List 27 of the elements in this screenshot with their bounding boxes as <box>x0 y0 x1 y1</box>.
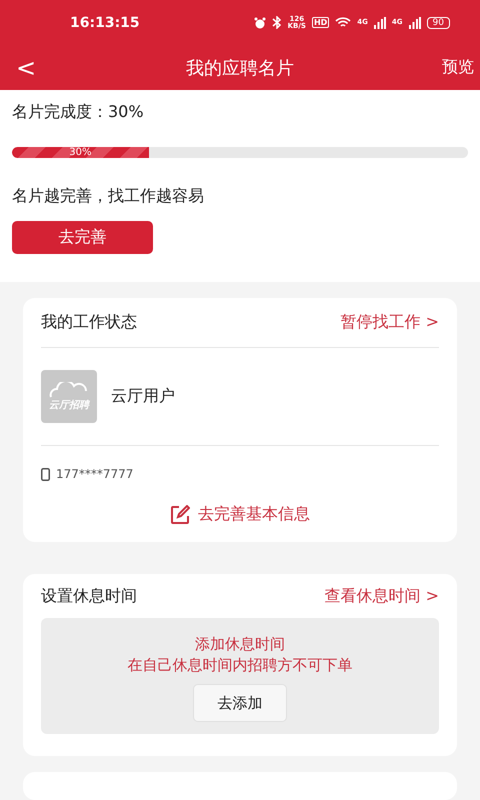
battery-level: 90 <box>426 16 450 28</box>
pause-job-link[interactable]: 暂停找工作 > <box>340 312 439 333</box>
view-rest-time-link[interactable]: 查看休息时间 > <box>324 586 439 606</box>
page-title: 我的应聘名片 <box>185 56 295 80</box>
edit-icon <box>170 504 190 524</box>
status-time: 16:13:15 <box>70 14 140 30</box>
signal-icon <box>374 16 386 28</box>
complete-button[interactable]: 去完善 <box>12 221 153 254</box>
card-title: 设置休息时间 <box>41 586 137 606</box>
back-button[interactable]: < <box>0 54 60 82</box>
bluetooth-icon <box>272 16 282 29</box>
alarm-icon <box>254 16 266 28</box>
wifi-icon <box>335 16 352 28</box>
card-title: 我的工作状态 <box>41 312 137 333</box>
notice-text: 在自己休息时间内招聘方不可下单 <box>128 655 352 676</box>
signal-icon <box>408 16 421 28</box>
notice-text: 添加休息时间 <box>195 634 285 655</box>
hd-badge: HD <box>312 17 330 28</box>
completion-hint: 名片越完善，找工作越容易 <box>12 186 205 207</box>
phone-number: 177****7777 <box>56 467 134 481</box>
phone-icon <box>41 468 50 480</box>
progress-reading: 30% <box>69 147 92 158</box>
completion-label: 名片完成度：30% <box>12 102 145 123</box>
user-name: 云厅用户 <box>111 386 175 407</box>
preview-button[interactable]: 预览 <box>420 57 480 78</box>
edit-info-button[interactable]: 去完善基本信息 <box>41 502 439 542</box>
add-button[interactable]: 去添加 <box>193 684 287 722</box>
